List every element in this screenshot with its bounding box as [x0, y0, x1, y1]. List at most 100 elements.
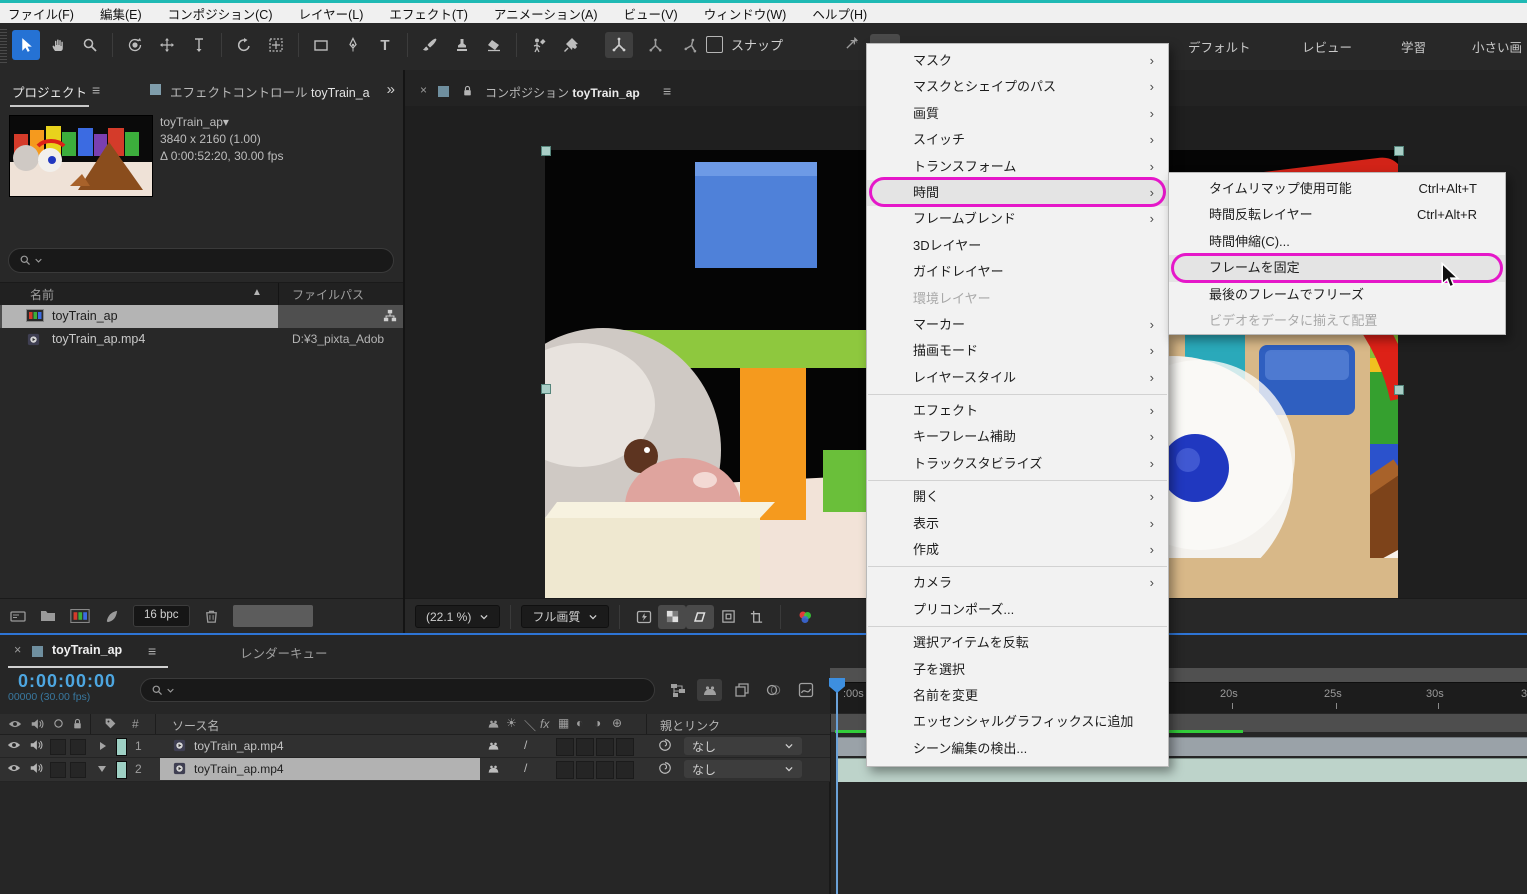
selection-handle[interactable] — [541, 146, 551, 156]
dolly-camera-tool-icon[interactable] — [185, 30, 213, 60]
menu-effect[interactable]: エフェクト(T) — [389, 4, 467, 23]
timeline-search-input[interactable] — [140, 678, 655, 702]
pen-tool-icon[interactable] — [339, 30, 367, 60]
tab-effect-controls[interactable]: エフェクトコントロール toyTrain_ap. — [170, 82, 370, 101]
layer-label-color[interactable] — [116, 761, 127, 779]
parent-dropdown[interactable]: なし — [684, 737, 802, 755]
column-name[interactable]: 名前 — [30, 286, 54, 303]
switch-box[interactable] — [596, 761, 614, 779]
menu-item-rename[interactable]: 名前を変更 — [867, 683, 1168, 709]
switch-box[interactable] — [596, 738, 614, 756]
composition-mini-flowchart-icon[interactable] — [665, 679, 690, 701]
roto-brush-tool-icon[interactable] — [525, 30, 553, 60]
menu-item-track-stabilize[interactable]: トラックスタビライズ› — [867, 451, 1168, 477]
snap-checkbox[interactable] — [706, 36, 723, 53]
menu-help[interactable]: ヘルプ(H) — [812, 4, 867, 23]
menu-item-open[interactable]: 開く› — [867, 484, 1168, 510]
crop-icon[interactable] — [742, 605, 770, 629]
menu-layer[interactable]: レイヤー(L) — [299, 4, 364, 23]
clone-stamp-tool-icon[interactable] — [448, 30, 476, 60]
menu-edit[interactable]: 編集(E) — [100, 4, 142, 23]
column-file-path[interactable]: ファイルパス — [292, 286, 364, 303]
menu-item-effect[interactable]: エフェクト› — [867, 398, 1168, 424]
motion-blur-enable-icon[interactable] — [761, 679, 786, 701]
project-row-composition[interactable]: toyTrain_ap — [0, 305, 403, 328]
project-item-name[interactable]: toyTrain_ap▾ — [160, 114, 283, 131]
column-divider[interactable] — [278, 283, 279, 305]
magnification-dropdown[interactable]: (22.1 %) — [415, 605, 500, 628]
menu-item-time-reverse-layer[interactable]: 時間反転レイヤーCtrl+Alt+R — [1169, 202, 1505, 228]
menu-item-switches[interactable]: スイッチ› — [867, 127, 1168, 153]
menu-file[interactable]: ファイル(F) — [8, 4, 74, 23]
layer-row-1[interactable]: 1 toyTrain_ap.mp4 / なし — [0, 735, 830, 758]
expand-arrow-icon[interactable] — [100, 742, 106, 750]
graph-editor-icon[interactable] — [793, 679, 818, 701]
layer-label-color[interactable] — [116, 738, 127, 756]
menu-view[interactable]: ビュー(V) — [624, 4, 678, 23]
shy-toggle-icon[interactable] — [487, 762, 500, 775]
eye-icon[interactable] — [7, 738, 21, 752]
current-timecode[interactable]: 0:00:00:00 — [18, 671, 116, 692]
menu-item-camera[interactable]: カメラ› — [867, 570, 1168, 596]
project-row-footage[interactable]: toyTrain_ap.mp4 D:¥3_pixta_Adob — [0, 328, 403, 351]
new-folder-icon[interactable] — [40, 608, 56, 624]
snap-toggle[interactable]: スナップ — [706, 35, 783, 54]
toolbar-grip[interactable] — [0, 29, 7, 63]
menu-item-mask[interactable]: マスク› — [867, 48, 1168, 74]
menu-item-markers[interactable]: マーカー› — [867, 312, 1168, 338]
switch-box[interactable] — [616, 761, 634, 779]
title-action-safe-icon[interactable] — [714, 605, 742, 629]
menu-animation[interactable]: アニメーション(A) — [494, 4, 598, 23]
menu-item-select-children[interactable]: 子を選択 — [867, 657, 1168, 683]
brush-tool-icon[interactable] — [416, 30, 444, 60]
viewer-panel-menu-icon[interactable]: ≡ — [663, 83, 671, 99]
zoom-tool-icon[interactable] — [76, 30, 104, 60]
local-axis-mode-icon[interactable] — [605, 32, 633, 58]
project-panel-menu-icon[interactable]: ≡ — [92, 82, 100, 98]
selection-tool-icon[interactable] — [12, 30, 40, 60]
flowchart-icon[interactable] — [383, 309, 397, 323]
menu-item-frame-blend[interactable]: フレームブレンド› — [867, 206, 1168, 232]
shy-layers-icon[interactable] — [697, 679, 722, 701]
menu-item-quality[interactable]: 画質› — [867, 101, 1168, 127]
tab-timeline-composition[interactable]: toyTrain_ap — [52, 643, 122, 657]
interpret-footage-icon[interactable] — [10, 608, 26, 624]
workspace-review[interactable]: レビュー — [1302, 23, 1352, 70]
menu-window[interactable]: ウィンドウ(W) — [704, 4, 787, 23]
tab-render-queue[interactable]: レンダーキュー — [240, 643, 328, 662]
quality-toggle-icon[interactable]: / — [524, 738, 527, 752]
menu-item-3d-layer[interactable]: 3Dレイヤー — [867, 233, 1168, 259]
eraser-tool-icon[interactable] — [480, 30, 508, 60]
pickwhip-icon[interactable] — [658, 761, 672, 775]
workspace-small-screen[interactable]: 小さい画 — [1472, 23, 1522, 70]
type-tool-icon[interactable]: T — [371, 30, 399, 60]
switch-box[interactable] — [616, 738, 634, 756]
panel-resize-handle[interactable] — [233, 605, 313, 627]
layer-row-2[interactable]: 2 toyTrain_ap.mp4 / なし — [0, 758, 830, 782]
hand-tool-icon[interactable] — [44, 30, 72, 60]
menu-item-mask-shape-path[interactable]: マスクとシェイプのパス› — [867, 74, 1168, 100]
menu-item-create[interactable]: 作成› — [867, 537, 1168, 563]
region-of-interest-icon[interactable] — [686, 605, 714, 629]
fast-preview-icon[interactable] — [630, 605, 658, 629]
layer-name[interactable]: toyTrain_ap.mp4 — [194, 739, 284, 753]
puppet-pin-tool-icon[interactable] — [557, 30, 585, 60]
sort-ascending-icon[interactable]: ▲ — [252, 287, 262, 298]
project-search-input[interactable] — [8, 248, 394, 273]
lock-toggle[interactable] — [70, 739, 86, 755]
menu-item-reveal[interactable]: 表示› — [867, 511, 1168, 537]
collapse-arrow-icon[interactable] — [98, 766, 106, 772]
trash-icon[interactable] — [204, 609, 219, 624]
switch-box[interactable] — [576, 738, 594, 756]
switch-box[interactable] — [576, 761, 594, 779]
quality-toggle-icon[interactable]: / — [524, 761, 527, 775]
menu-item-add-to-essential-graphics[interactable]: エッセンシャルグラフィックスに追加 — [867, 709, 1168, 735]
pan-camera-tool-icon[interactable] — [153, 30, 181, 60]
menu-item-transform[interactable]: トランスフォーム› — [867, 154, 1168, 180]
layer-name[interactable]: toyTrain_ap.mp4 — [194, 762, 284, 776]
orbit-camera-tool-icon[interactable] — [121, 30, 149, 60]
tab-composition[interactable]: コンポジション toyTrain_ap — [485, 84, 640, 101]
menu-item-keyframe-assistant[interactable]: キーフレーム補助› — [867, 424, 1168, 450]
menu-item-invert-selection[interactable]: 選択アイテムを反転 — [867, 630, 1168, 656]
menu-item-detect-scene-edits[interactable]: シーン編集の検出... — [867, 736, 1168, 762]
